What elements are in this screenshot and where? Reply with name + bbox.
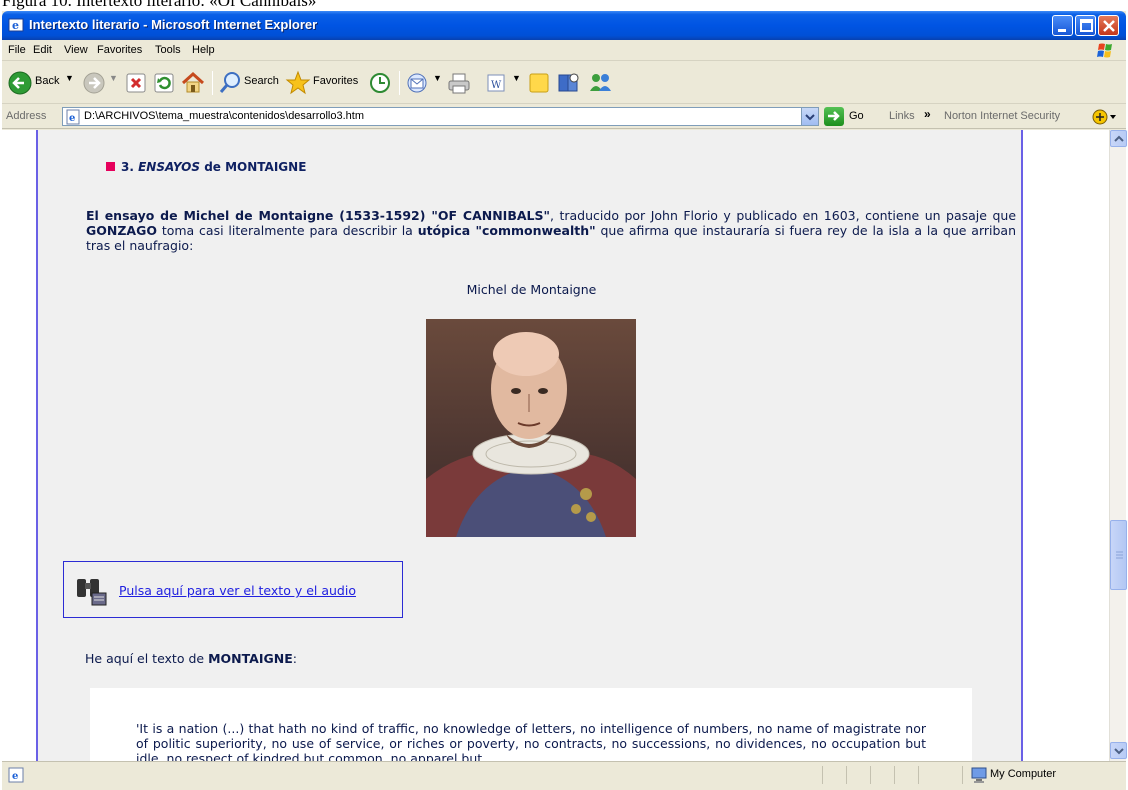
scroll-up-button[interactable] [1110, 130, 1127, 147]
security-zone-label: My Computer [990, 768, 1057, 780]
page-ie-icon: e [66, 109, 80, 125]
forward-dropdown-icon[interactable]: ▼ [109, 73, 118, 83]
montaigne-quote: 'It is a nation (...) that hath no kind … [136, 721, 926, 761]
links-chevron-icon[interactable]: » [924, 107, 931, 121]
status-cell [822, 766, 846, 784]
svg-text:W: W [491, 80, 502, 91]
svg-text:e: e [12, 771, 18, 782]
messenger-icon[interactable] [586, 69, 614, 97]
go-label: Go [849, 110, 864, 122]
ie-icon: e [8, 18, 24, 32]
scroll-thumb[interactable] [1110, 520, 1127, 590]
back-button-label[interactable]: Back [35, 75, 59, 87]
maximize-button[interactable] [1075, 15, 1096, 36]
section-title-em: ENSAYOS [138, 160, 201, 174]
status-cell [870, 766, 894, 784]
text-audio-link[interactable]: Pulsa aquí para ver el texto y el audio [119, 583, 356, 598]
toolbar: Back ▼ ▼ Search Favorites ▼ W ▼ [2, 62, 1126, 104]
word-edit-icon[interactable]: W [484, 69, 508, 97]
mail-dropdown-icon[interactable]: ▼ [433, 73, 442, 83]
edit-dropdown-icon[interactable]: ▼ [512, 73, 521, 83]
stop-icon[interactable] [124, 69, 148, 97]
status-cell [846, 766, 870, 784]
section-title-rest: de MONTAIGNE [204, 160, 307, 174]
menu-view[interactable]: View [64, 44, 88, 56]
section-heading: 3. ENSAYOS de MONTAIGNE [106, 160, 306, 174]
intro-paragraph: El ensayo de Michel de Montaigne (1533-1… [86, 208, 1017, 253]
search-icon[interactable] [218, 69, 242, 97]
note-icon[interactable] [526, 69, 552, 97]
address-dropdown-icon[interactable] [801, 108, 818, 125]
menu-tools[interactable]: Tools [155, 44, 181, 56]
text-audio-link-box[interactable]: Pulsa aquí para ver el texto y el audio [63, 561, 403, 618]
scroll-down-button[interactable] [1110, 742, 1127, 759]
status-page-icon: e [8, 767, 24, 783]
menu-help[interactable]: Help [192, 44, 215, 56]
svg-text:e: e [69, 113, 75, 124]
search-button-label[interactable]: Search [244, 75, 279, 87]
menu-edit[interactable]: Edit [33, 44, 52, 56]
go-arrow-icon [824, 107, 844, 126]
favorites-star-icon[interactable] [285, 69, 311, 97]
address-input[interactable]: e D:\ARCHIVOS\tema_muestra\contenidos\de… [62, 107, 819, 126]
norton-icon[interactable] [1092, 108, 1118, 126]
links-label[interactable]: Links [889, 110, 915, 122]
menu-file[interactable]: File [8, 44, 26, 56]
mail-icon[interactable] [404, 69, 430, 97]
close-button[interactable] [1098, 15, 1119, 36]
address-url[interactable]: D:\ARCHIVOS\tema_muestra\contenidos\desa… [84, 110, 364, 122]
title-bar: e Intertexto literario - Microsoft Inter… [2, 11, 1126, 40]
back-dropdown-icon[interactable]: ▼ [65, 73, 74, 83]
refresh-icon[interactable] [152, 69, 176, 97]
content-panel: 3. ENSAYOS de MONTAIGNE El ensayo de Mic… [36, 130, 1023, 761]
print-icon[interactable] [446, 69, 472, 97]
research-icon[interactable] [556, 69, 582, 97]
menu-favorites[interactable]: Favorites [97, 44, 142, 56]
windows-logo-icon [1090, 41, 1120, 60]
address-bar: Address e D:\ARCHIVOS\tema_muestra\conte… [2, 105, 1126, 129]
address-label: Address [6, 110, 47, 122]
figure-caption: Figura 10. Intertexto literario: «Of Can… [0, 0, 1128, 11]
history-icon[interactable] [367, 69, 393, 97]
forward-arrow-icon[interactable] [81, 69, 107, 97]
status-bar: e My Computer [2, 761, 1126, 790]
go-button[interactable]: Go [824, 107, 874, 126]
quote-box: 'It is a nation (...) that hath no kind … [90, 688, 972, 761]
back-arrow-icon[interactable] [7, 69, 33, 97]
computer-icon [971, 767, 987, 783]
browser-window: e Intertexto literario - Microsoft Inter… [2, 11, 1127, 790]
norton-label[interactable]: Norton Internet Security [944, 110, 1060, 122]
home-icon[interactable] [180, 69, 206, 97]
toolbar-separator [399, 71, 400, 95]
page-viewport: 3. ENSAYOS de MONTAIGNE El ensayo de Mic… [2, 130, 1109, 761]
bullet-square-icon [106, 162, 115, 171]
window-title: Intertexto literario - Microsoft Interne… [29, 17, 318, 32]
favorites-button-label[interactable]: Favorites [313, 75, 358, 87]
minimize-button[interactable] [1052, 15, 1073, 36]
svg-text:e: e [12, 19, 19, 32]
status-cell [918, 766, 962, 784]
portrait-caption: Michel de Montaigne [466, 282, 597, 297]
montaigne-portrait [426, 319, 636, 537]
toolbar-separator [212, 71, 213, 95]
menu-bar: File Edit View Favorites Tools Help [2, 40, 1126, 61]
vertical-scrollbar[interactable] [1109, 130, 1127, 761]
binoculars-icon [77, 579, 107, 606]
montaigne-intro: He aquí el texto de MONTAIGNE: [85, 651, 297, 666]
status-cell [894, 766, 918, 784]
